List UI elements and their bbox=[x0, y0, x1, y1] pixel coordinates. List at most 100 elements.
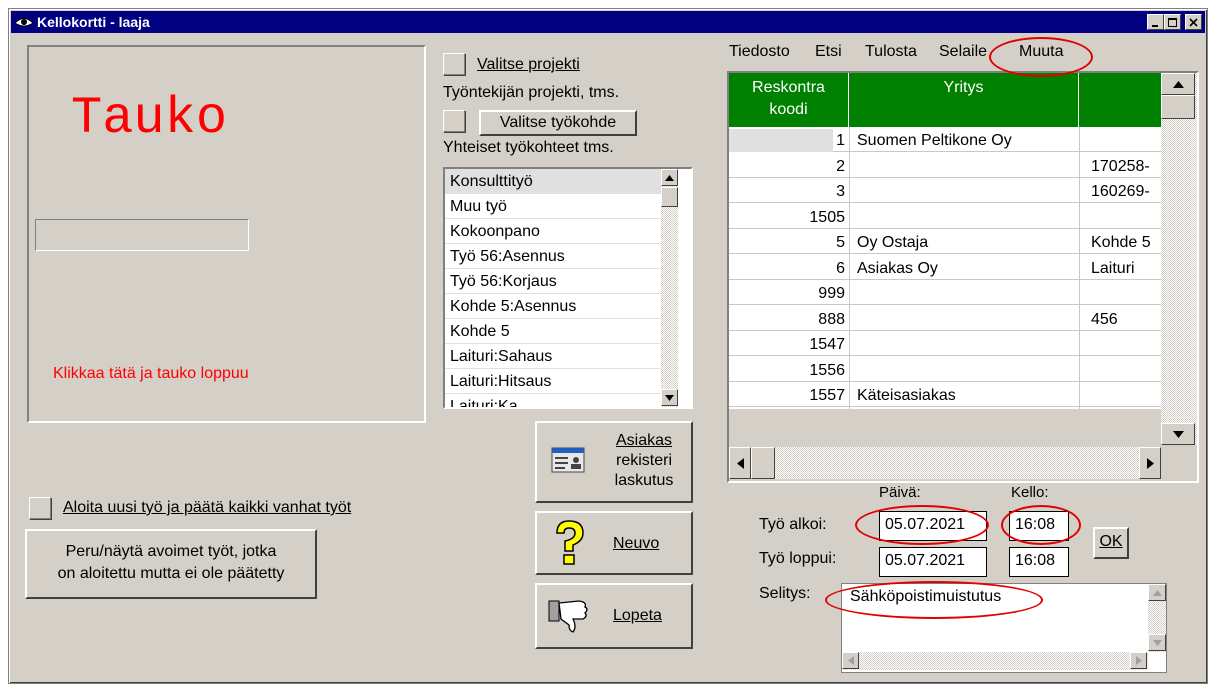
worktarget-list-scrollbar[interactable] bbox=[661, 169, 678, 407]
arrow-up-icon bbox=[1152, 589, 1162, 596]
status-progress-field bbox=[35, 219, 249, 251]
new-work-checkbox[interactable] bbox=[29, 497, 51, 519]
grid-column-divider bbox=[1079, 127, 1080, 409]
grid-cell-extra bbox=[1091, 206, 1163, 229]
worktarget-list-item[interactable]: Työ 56:Korjaus bbox=[445, 269, 661, 294]
close-button[interactable] bbox=[1185, 14, 1202, 30]
worktarget-list-item[interactable]: Laituri:Ka bbox=[445, 394, 661, 407]
worktarget-list-item[interactable]: Kokoonpano bbox=[445, 219, 661, 244]
worktarget-list-item[interactable]: Kohde 5:Asennus bbox=[445, 294, 661, 319]
break-status-panel[interactable]: Tauko Klikkaa tätä ja tauko loppuu bbox=[27, 45, 426, 423]
title-bar[interactable]: Kellokortti - laaja bbox=[11, 11, 1205, 33]
select-project-label[interactable]: Valitse projekti bbox=[477, 56, 580, 74]
grid-cell-code: 1505 bbox=[809, 208, 845, 226]
ok-button[interactable]: OK bbox=[1093, 527, 1129, 559]
menu-tiedosto[interactable]: Tiedosto bbox=[729, 43, 790, 61]
scroll-down-button[interactable] bbox=[661, 389, 678, 406]
grid-cell-code: 1 bbox=[836, 132, 845, 149]
grid-hscroll-thumb[interactable] bbox=[751, 447, 775, 479]
minimize-button[interactable] bbox=[1147, 14, 1164, 30]
menu-tulosta[interactable]: Tulosta bbox=[865, 43, 917, 61]
grid-cell-code: 1547 bbox=[809, 336, 845, 353]
start-date-field[interactable]: 05.07.2021 bbox=[879, 511, 987, 541]
grid-hscrollbar[interactable] bbox=[729, 447, 1161, 479]
desc-scroll-down-button[interactable] bbox=[1148, 634, 1166, 651]
menu-etsi[interactable]: Etsi bbox=[815, 43, 842, 61]
desc-scroll-right-button[interactable] bbox=[1130, 652, 1147, 669]
menu-muuta[interactable]: Muuta bbox=[1019, 43, 1063, 61]
select-worktarget-checkbox[interactable] bbox=[443, 110, 465, 132]
worktarget-list-item[interactable]: Konsulttityö bbox=[445, 169, 661, 194]
grid-scroll-left-button[interactable] bbox=[729, 447, 751, 479]
arrow-right-icon bbox=[1135, 656, 1142, 665]
new-work-label[interactable]: Aloita uusi työ ja päätä kaikki vanhat t… bbox=[63, 499, 351, 517]
desc-scroll-up-button[interactable] bbox=[1148, 584, 1166, 601]
customer-register-button[interactable]: Asiakas rekisteri laskutus bbox=[535, 421, 693, 503]
grid-row[interactable]: 6 Asiakas Oy Laituri bbox=[729, 257, 1161, 280]
grid-row[interactable]: 1505 bbox=[729, 206, 1161, 229]
grid-body[interactable]: 1 Suomen Peltikone Oy 2 170258- 3 160269- 1505… bbox=[729, 127, 1161, 409]
worktarget-list-item[interactable]: Laituri:Sahaus bbox=[445, 344, 661, 369]
grid-header-company[interactable]: Yritys bbox=[849, 73, 1079, 127]
desc-scroll-left-button[interactable] bbox=[842, 652, 859, 669]
grid-cell-extra: Kohde 5 bbox=[1091, 234, 1151, 251]
question-mark-icon bbox=[556, 520, 584, 565]
end-date-field[interactable]: 05.07.2021 bbox=[879, 547, 987, 577]
grid-row[interactable]: 888 456 bbox=[729, 308, 1161, 331]
grid-row[interactable]: 1557 Käteisasiakas bbox=[729, 384, 1161, 407]
arrow-right-icon bbox=[1146, 457, 1154, 469]
worktarget-list-item[interactable]: Muu työ bbox=[445, 194, 661, 219]
grid-scroll-down-button[interactable] bbox=[1161, 423, 1195, 445]
status-hint[interactable]: Klikkaa tätä ja tauko loppuu bbox=[53, 365, 249, 383]
grid-row[interactable]: 999 bbox=[729, 282, 1161, 305]
grid-row[interactable]: 3 160269- bbox=[729, 180, 1161, 203]
menu-selaile[interactable]: Selaile bbox=[939, 43, 987, 61]
description-textarea[interactable]: Sähköpoistimuistutus bbox=[841, 583, 1167, 673]
grid-header-code[interactable]: Reskontra koodi bbox=[729, 73, 849, 127]
worktarget-list[interactable]: Konsulttityö Muu työ Kokoonpano Työ 56:Asen… bbox=[443, 167, 693, 409]
customer-register-label: Asiakas rekisteri laskutus bbox=[599, 431, 689, 491]
grid-row[interactable]: 1 Suomen Peltikone Oy bbox=[729, 129, 1161, 152]
quit-button[interactable]: Lopeta bbox=[535, 583, 693, 649]
window-title: Kellokortti - laaja bbox=[37, 14, 150, 30]
work-started-label: Työ alkoi: bbox=[759, 516, 827, 533]
select-worktarget-button[interactable]: Valitse työkohde bbox=[479, 110, 637, 136]
worktarget-list-item[interactable]: Työ 56:Asennus bbox=[445, 244, 661, 269]
scroll-up-button[interactable] bbox=[661, 169, 678, 186]
maximize-button[interactable] bbox=[1164, 14, 1181, 30]
end-time-field[interactable]: 16:08 bbox=[1009, 547, 1069, 577]
grid-scroll-up-button[interactable] bbox=[1161, 73, 1195, 95]
grid-cell-extra: 170258- bbox=[1091, 157, 1150, 175]
arrow-down-icon bbox=[1172, 430, 1184, 438]
grid-row[interactable]: 1547 bbox=[729, 333, 1161, 356]
customer-grid[interactable]: Reskontra koodi Yritys 1 Suomen Peltikone… bbox=[727, 71, 1199, 483]
scroll-thumb[interactable] bbox=[661, 187, 678, 207]
description-vscrollbar[interactable] bbox=[1148, 584, 1166, 652]
status-title[interactable]: Tauko bbox=[71, 89, 227, 148]
grid-scroll-right-button[interactable] bbox=[1139, 447, 1161, 479]
grid-header-extra[interactable] bbox=[1079, 73, 1161, 127]
advice-button[interactable]: Neuvo bbox=[535, 511, 693, 575]
grid-cell-company bbox=[857, 359, 1079, 382]
grid-cell-code: 3 bbox=[836, 183, 845, 200]
select-project-checkbox[interactable] bbox=[443, 53, 465, 75]
grid-cell-company bbox=[857, 333, 1079, 356]
employee-project-label: Työntekijän projekti, tms. bbox=[443, 84, 620, 101]
grid-cell-company: Oy Ostaja bbox=[857, 234, 929, 251]
grid-vscrollbar[interactable] bbox=[1161, 73, 1197, 445]
show-open-works-button[interactable]: Peru/näytä avoimet työt, jotka on aloite… bbox=[25, 529, 317, 599]
description-hscrollbar[interactable] bbox=[842, 652, 1148, 670]
worktarget-list-item[interactable]: Kohde 5 bbox=[445, 319, 661, 344]
grid-row[interactable]: 5 Oy Ostaja Kohde 5 bbox=[729, 231, 1161, 254]
eye-icon bbox=[14, 18, 34, 27]
time-header: Kello: bbox=[1011, 484, 1049, 501]
grid-cell-company: Suomen Peltikone Oy bbox=[857, 132, 1012, 149]
grid-cell-code: 6 bbox=[836, 259, 845, 277]
grid-cell-company bbox=[857, 282, 1079, 305]
grid-scroll-thumb[interactable] bbox=[1161, 95, 1195, 119]
start-time-field[interactable]: 16:08 bbox=[1009, 511, 1069, 541]
worktarget-list-item[interactable]: Laituri:Hitsaus bbox=[445, 369, 661, 394]
grid-row[interactable]: 1556 bbox=[729, 359, 1161, 382]
arrow-left-icon bbox=[736, 457, 744, 469]
grid-row[interactable]: 2 170258- bbox=[729, 155, 1161, 178]
